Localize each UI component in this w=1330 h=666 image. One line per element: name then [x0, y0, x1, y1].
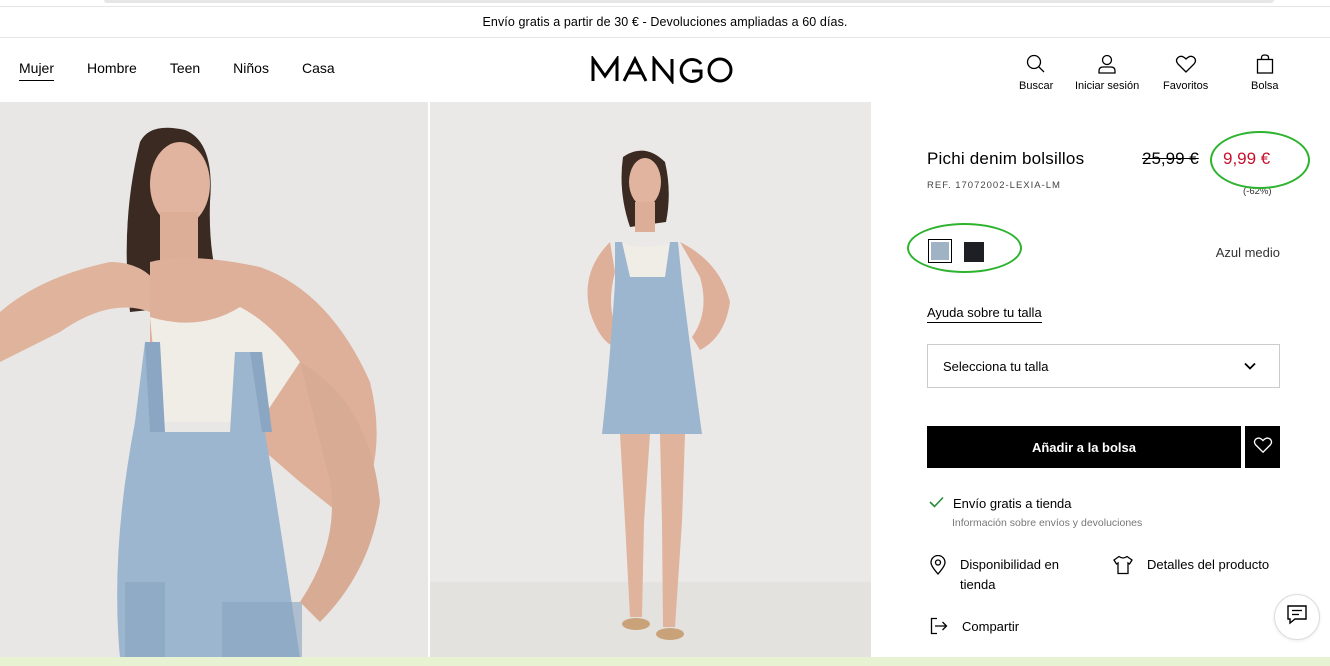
bag-icon: [1256, 52, 1274, 74]
product-gallery: [0, 102, 871, 658]
heart-icon: [1253, 436, 1273, 459]
promo-text: Envío gratis a partir de 30 € - Devoluci…: [482, 15, 848, 29]
size-select-label: Selecciona tu talla: [943, 358, 1049, 374]
main-nav: Mujer Hombre Teen Niños Casa: [19, 60, 368, 81]
add-to-bag-button[interactable]: Añadir a la bolsa: [927, 426, 1241, 468]
model-full-image: [430, 102, 871, 658]
bottom-bar: [0, 657, 1330, 666]
header-actions: Buscar Iniciar sesión Favoritos Bolsa: [1000, 52, 1330, 92]
mango-logo: [591, 56, 733, 84]
color-swatch-blue[interactable]: [928, 239, 952, 263]
search-action[interactable]: Buscar: [1019, 52, 1053, 92]
product-photo-full[interactable]: [430, 102, 871, 658]
user-icon: [1097, 52, 1117, 74]
model-closeup-image: [0, 102, 428, 658]
chat-icon: [1286, 604, 1308, 631]
search-icon: [1026, 52, 1046, 74]
store-availability-label: Disponibilidad en tienda: [960, 557, 1060, 592]
shipping-label: Envío gratis a tienda: [953, 496, 1072, 511]
old-price: 25,99 €: [1142, 149, 1199, 168]
search-label: Buscar: [1019, 80, 1054, 92]
share-label: Compartir: [962, 619, 1020, 634]
login-label: Iniciar sesión: [1075, 80, 1140, 92]
color-name: Azul medio: [1215, 245, 1280, 260]
nav-item-hombre[interactable]: Hombre: [87, 60, 137, 81]
location-pin-icon: [930, 554, 946, 581]
tshirt-icon: [1113, 555, 1133, 581]
nav-item-mujer[interactable]: Mujer: [19, 60, 55, 81]
shipping-info: Envío gratis a tienda: [929, 496, 1072, 511]
login-action[interactable]: Iniciar sesión: [1075, 52, 1139, 92]
bag-action[interactable]: Bolsa: [1251, 52, 1279, 92]
bag-label: Bolsa: [1251, 80, 1279, 92]
product-details[interactable]: Detalles del producto: [1113, 555, 1269, 581]
header: Mujer Hombre Teen Niños Casa Buscar Inic…: [0, 38, 1330, 102]
nav-item-ninos[interactable]: Niños: [233, 60, 269, 81]
browser-bar: [104, 0, 1274, 3]
size-select[interactable]: Selecciona tu talla: [927, 344, 1280, 388]
nav-item-teen[interactable]: Teen: [170, 60, 200, 81]
nav-item-casa[interactable]: Casa: [302, 60, 335, 81]
check-icon: [929, 496, 944, 511]
add-to-favorites-button[interactable]: [1245, 426, 1280, 468]
product-title: Pichi denim bolsillos: [927, 149, 1085, 168]
heart-icon: [1175, 52, 1197, 74]
share-action[interactable]: Compartir: [930, 617, 1019, 641]
size-help-link[interactable]: Ayuda sobre tu talla: [927, 305, 1042, 323]
share-icon: [930, 617, 948, 641]
product-ref: REF. 17072002-LEXIA-LM: [927, 180, 1061, 191]
favorites-action[interactable]: Favoritos: [1163, 52, 1208, 92]
color-swatch-black[interactable]: [964, 242, 984, 262]
store-availability[interactable]: Disponibilidad en tienda: [930, 554, 1080, 595]
chat-button[interactable]: [1274, 594, 1320, 640]
promo-banner: Envío gratis a partir de 30 € - Devoluci…: [0, 6, 1330, 38]
product-photo-closeup[interactable]: [0, 102, 428, 658]
product-details-label: Detalles del producto: [1147, 557, 1270, 572]
shipping-info-link[interactable]: Información sobre envíos y devoluciones: [952, 517, 1142, 529]
swatch-blue-fill: [931, 242, 949, 260]
brand-logo[interactable]: [591, 56, 733, 84]
chevron-down-icon: [1243, 359, 1257, 376]
price-highlight-circle: [1210, 131, 1310, 189]
favorites-label: Favoritos: [1163, 80, 1209, 92]
